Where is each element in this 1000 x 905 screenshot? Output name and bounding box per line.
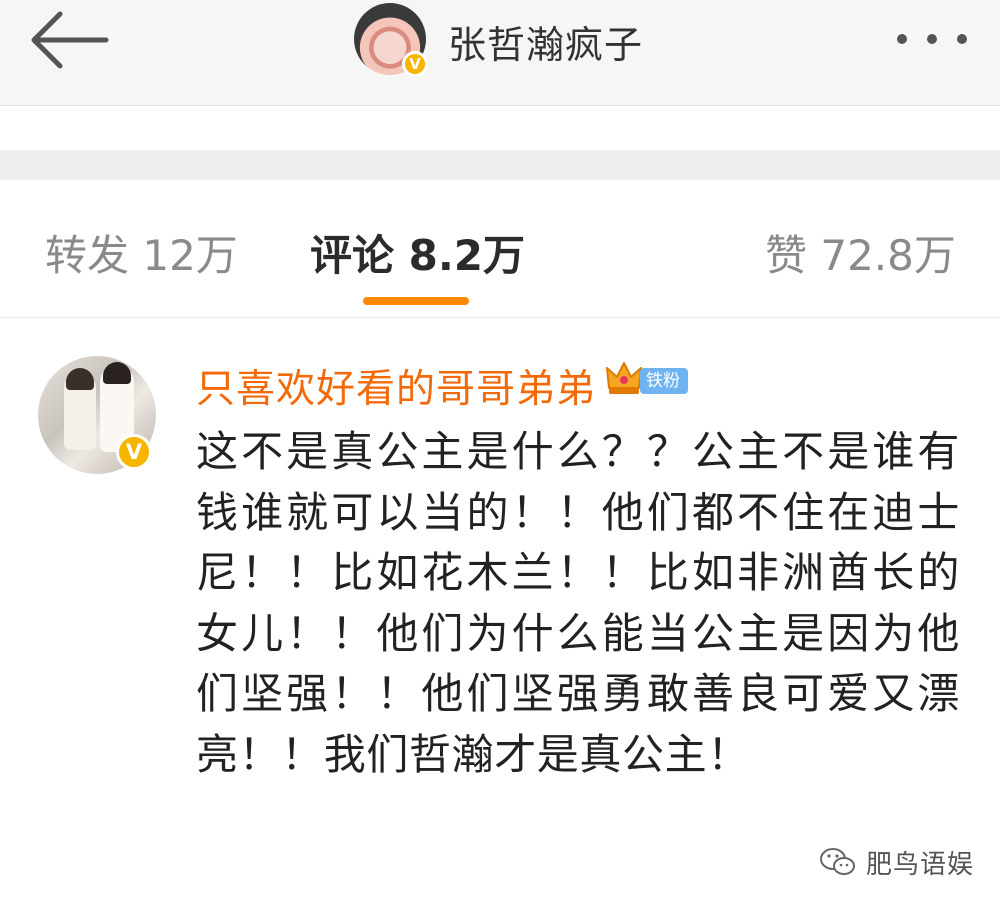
tab-repost[interactable]: 转发 12万 [45, 222, 238, 283]
top-bar: V 张哲瀚疯子 [0, 0, 1000, 106]
verified-badge-icon: V [116, 434, 152, 470]
section-divider [0, 150, 1000, 180]
active-tab-indicator [363, 297, 469, 305]
avatar[interactable]: V [38, 356, 156, 474]
fan-badge: 铁粉 [640, 368, 688, 394]
wechat-icon [820, 848, 855, 875]
tab-comment[interactable]: 评论 8.2万 [310, 222, 525, 283]
page-title: 张哲瀚疯子 [448, 23, 644, 67]
verified-badge-icon: V [402, 51, 428, 77]
crown-icon [606, 362, 642, 394]
more-dots-icon[interactable] [893, 30, 973, 50]
avatar-figure-hair [66, 368, 94, 390]
comment-text: 这不是真公主是什么？？公主不是谁有钱谁就可以当的！！他们都不住在迪士尼！！比如花… [196, 427, 960, 779]
comment-username[interactable]: 只喜欢好看的哥哥弟弟 [196, 358, 596, 414]
arrow-left-icon[interactable] [26, 8, 110, 72]
content-spacer [0, 107, 1000, 150]
watermark: 肥鸟语娱 [818, 844, 974, 880]
watermark-text: 肥鸟语娱 [866, 849, 975, 880]
comment-item: V 只喜欢好看的哥哥弟弟 铁粉 这不是真公主是什么？？公主不是谁有钱谁就可以当的… [0, 318, 1000, 905]
tab-bar: 转发 12万 评论 8.2万 赞 72.8万 [0, 180, 1000, 318]
tab-like[interactable]: 赞 72.8万 [765, 222, 956, 283]
header-avatar[interactable]: V [354, 3, 428, 77]
avatar-figure-hair [103, 362, 131, 384]
